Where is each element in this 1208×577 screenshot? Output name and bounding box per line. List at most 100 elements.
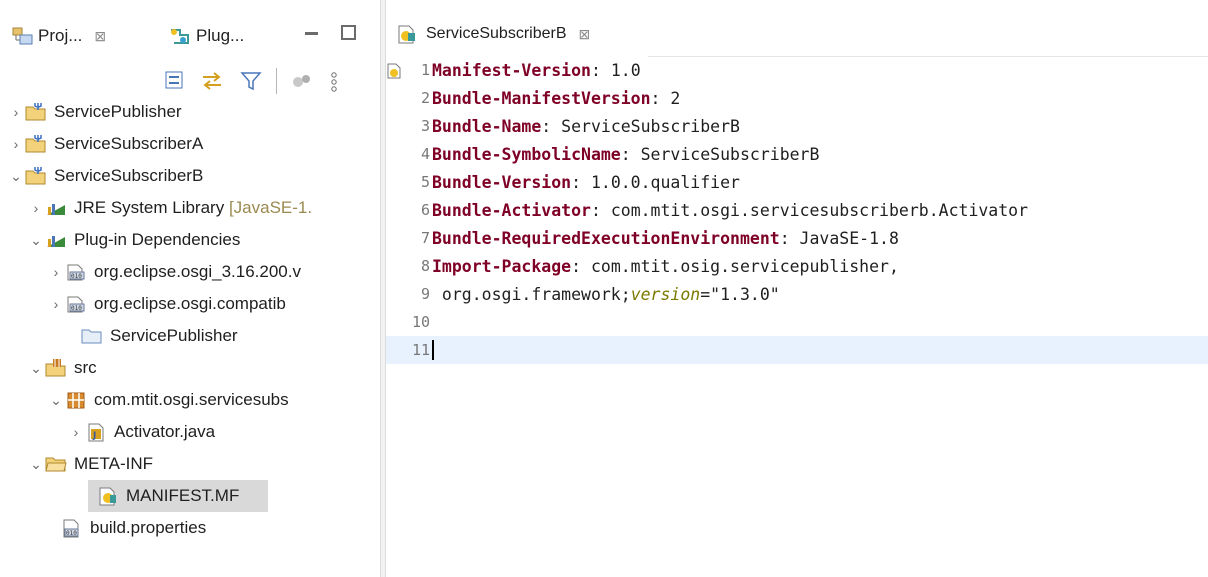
tab-project-explorer-label: Proj... bbox=[38, 26, 83, 45]
editor-area: ServiceSubscriberB ⊠ 1 Manifest-Version: … bbox=[386, 0, 1208, 577]
line-text: Bundle-ManifestVersion: 2 bbox=[432, 89, 680, 108]
chevron-right-icon[interactable]: › bbox=[48, 264, 64, 280]
line-number: 1 bbox=[420, 61, 430, 79]
filter-icon[interactable] bbox=[240, 70, 262, 92]
tree-item-servicepublisher-dependency[interactable]: ServicePublisher bbox=[0, 320, 380, 352]
svg-text:010: 010 bbox=[71, 305, 82, 312]
tree-item-meta-inf[interactable]: ⌄ META-INF bbox=[0, 448, 380, 480]
tree-item-label: Plug-in Dependencies bbox=[74, 230, 241, 249]
code-line: 10 bbox=[386, 308, 1208, 336]
chevron-down-icon[interactable]: ⌄ bbox=[28, 360, 44, 377]
svg-text:J: J bbox=[92, 431, 96, 441]
manifest-icon bbox=[398, 25, 415, 44]
line-number: 3 bbox=[420, 117, 430, 135]
line-text: Bundle-Activator: com.mtit.osgi.services… bbox=[432, 201, 1028, 220]
chevron-down-icon[interactable]: ⌄ bbox=[28, 456, 44, 473]
header-value: : JavaSE-1.8 bbox=[779, 228, 899, 248]
code-line: 2 Bundle-ManifestVersion: 2 bbox=[386, 84, 1208, 112]
line-text: Import-Package: com.mtit.osig.servicepub… bbox=[432, 257, 899, 276]
source-folder-icon bbox=[45, 359, 66, 377]
header-key: Bundle-ManifestVersion bbox=[432, 88, 651, 108]
chevron-down-icon[interactable]: ⌄ bbox=[8, 168, 24, 185]
toolbar-divider bbox=[276, 68, 277, 94]
tree-item-activator-java[interactable]: › J Activator.java bbox=[0, 416, 380, 448]
header-value: : 2 bbox=[650, 88, 681, 108]
directive-value: ="1.3.0" bbox=[700, 284, 780, 304]
plugins-icon bbox=[171, 29, 189, 44]
code-line-current: 11 bbox=[386, 336, 1208, 364]
directive-name: version bbox=[630, 284, 701, 304]
tree-item-label: ServicePublisher bbox=[54, 102, 182, 121]
tree-item-manifest-mf[interactable]: MANIFEST.MF bbox=[88, 480, 268, 512]
focus-task-icon[interactable] bbox=[290, 70, 312, 92]
tree-item-label: src bbox=[74, 358, 97, 377]
line-number: 7 bbox=[420, 229, 430, 247]
collapse-all-icon[interactable] bbox=[164, 70, 186, 90]
tree-item-label: Activator.java bbox=[114, 422, 216, 441]
close-icon[interactable]: ⊠ bbox=[579, 26, 591, 43]
tree-item-jre-system-library[interactable]: › JRE System Library [JavaSE-1. bbox=[0, 192, 380, 224]
code-line: 1 Manifest-Version: 1.0 bbox=[386, 56, 1208, 84]
maximize-icon[interactable] bbox=[341, 25, 356, 40]
view-toolbar bbox=[160, 64, 380, 96]
tree-item-label: ServiceSubscriberA bbox=[54, 134, 204, 153]
chevron-down-icon[interactable]: ⌄ bbox=[48, 392, 64, 409]
view-tab-bar: Proj... ⊠ Plug... bbox=[0, 14, 380, 58]
tree-item-servicepublisher[interactable]: › ServicePublisher bbox=[0, 96, 380, 128]
header-key: Bundle-Name bbox=[432, 116, 542, 136]
header-key: Bundle-SymbolicName bbox=[432, 144, 621, 164]
plugin-project-icon bbox=[25, 135, 46, 153]
tree-item-build-properties[interactable]: 010 build.properties bbox=[0, 512, 380, 544]
tree-item-org-eclipse-osgi[interactable]: › 010 org.eclipse.osgi_3.16.200.v bbox=[0, 256, 380, 288]
line-text bbox=[432, 340, 434, 361]
tab-servicesubscriberb-manifest[interactable]: ServiceSubscriberB ⊠ bbox=[386, 12, 648, 56]
minimize-icon[interactable] bbox=[305, 32, 318, 35]
header-key: Bundle-RequiredExecutionEnvironment bbox=[432, 228, 780, 248]
code-line: 3 Bundle-Name: ServiceSubscriberB bbox=[386, 112, 1208, 140]
header-value: org.osgi.framework; bbox=[432, 284, 631, 304]
header-key: Import-Package bbox=[432, 256, 572, 276]
svg-text:010: 010 bbox=[71, 273, 82, 280]
chevron-right-icon[interactable]: › bbox=[8, 136, 24, 152]
tree-item-servicesubscriberb[interactable]: ⌄ ServiceSubscriberB bbox=[0, 160, 380, 192]
header-value: : com.mtit.osig.servicepublisher, bbox=[571, 256, 899, 276]
tree-item-plugin-dependencies[interactable]: ⌄ Plug-in Dependencies bbox=[0, 224, 380, 256]
tree-item-label: org.eclipse.osgi_3.16.200.v bbox=[94, 262, 301, 281]
header-key: Bundle-Activator bbox=[432, 200, 591, 220]
library-icon bbox=[47, 204, 65, 215]
link-with-editor-icon[interactable] bbox=[200, 70, 224, 92]
chevron-right-icon[interactable]: › bbox=[68, 424, 84, 440]
line-number: 9 bbox=[420, 285, 430, 303]
header-value: : 1.0 bbox=[590, 60, 641, 80]
line-number: 10 bbox=[411, 313, 430, 331]
chevron-right-icon[interactable]: › bbox=[8, 104, 24, 120]
line-number: 11 bbox=[411, 341, 430, 359]
line-number: 4 bbox=[420, 145, 430, 163]
tree-item-label: JRE System Library [JavaSE-1. bbox=[74, 198, 313, 217]
view-menu-icon[interactable] bbox=[328, 70, 340, 94]
tree-item-src[interactable]: ⌄ src bbox=[0, 352, 380, 384]
folder-icon bbox=[81, 329, 102, 344]
tree-item-org-eclipse-osgi-compatibility[interactable]: › 010 org.eclipse.osgi.compatib bbox=[0, 288, 380, 320]
properties-icon: 010 bbox=[63, 519, 79, 538]
code-line: 9 org.osgi.framework;version="1.3.0" bbox=[386, 280, 1208, 308]
plugin-project-icon bbox=[25, 167, 46, 185]
header-key: Manifest-Version bbox=[432, 60, 591, 80]
line-number: 2 bbox=[420, 89, 430, 107]
tree-item-package[interactable]: ⌄ com.mtit.osgi.servicesubs bbox=[0, 384, 380, 416]
chevron-right-icon[interactable]: › bbox=[28, 200, 44, 216]
tab-plugins-label: Plug... bbox=[196, 26, 245, 45]
tree-item-servicesubscribera[interactable]: › ServiceSubscriberA bbox=[0, 128, 380, 160]
tab-plugins[interactable]: Plug... bbox=[168, 14, 244, 58]
line-text: Bundle-Name: ServiceSubscriberB bbox=[432, 117, 740, 136]
header-value: : com.mtit.osgi.servicesubscriberb.Activ… bbox=[590, 200, 1029, 220]
tab-project-explorer[interactable]: Proj... ⊠ bbox=[12, 14, 106, 58]
package-icon bbox=[67, 392, 85, 409]
jar-icon: 010 bbox=[67, 264, 85, 281]
line-text: Bundle-SymbolicName: ServiceSubscriberB bbox=[432, 145, 819, 164]
close-icon[interactable]: ⊠ bbox=[94, 28, 106, 45]
code-line: 5 Bundle-Version: 1.0.0.qualifier bbox=[386, 168, 1208, 196]
chevron-down-icon[interactable]: ⌄ bbox=[28, 232, 44, 249]
chevron-right-icon[interactable]: › bbox=[48, 296, 64, 312]
plugin-project-icon bbox=[25, 103, 46, 121]
